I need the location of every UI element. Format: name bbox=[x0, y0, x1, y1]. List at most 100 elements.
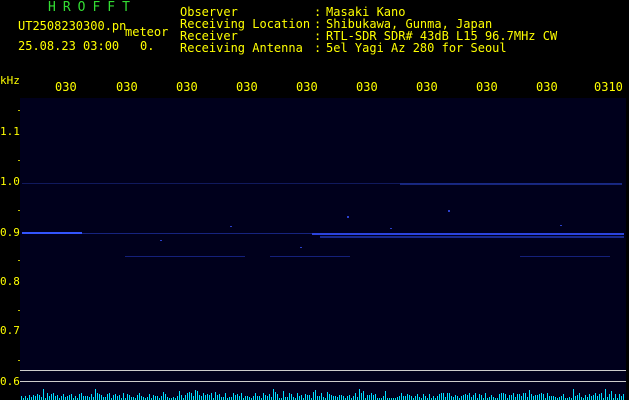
spectrum-bar bbox=[551, 396, 552, 400]
spectrum-bar bbox=[437, 396, 438, 400]
spectrum-bar bbox=[373, 395, 374, 400]
spectrum-bar bbox=[541, 393, 542, 400]
spectrum-bar bbox=[409, 395, 410, 400]
spectrum-bar bbox=[177, 396, 178, 400]
spectrum-bar bbox=[55, 396, 56, 400]
spectrum-bar bbox=[179, 391, 180, 400]
spectrum-bar bbox=[475, 393, 476, 400]
spectrum-bar bbox=[193, 396, 194, 400]
spectrum-bar bbox=[83, 396, 84, 400]
spectrum-bar bbox=[191, 393, 192, 400]
spectrum-bar bbox=[405, 396, 406, 400]
spectrum-bar bbox=[429, 394, 430, 400]
spectrum-bar bbox=[549, 396, 550, 400]
spectrum-bar bbox=[451, 396, 452, 400]
spectrum-bar bbox=[157, 396, 158, 400]
spectrum-bar bbox=[53, 393, 54, 400]
spectrum-bar bbox=[215, 392, 216, 400]
spectrum-bar bbox=[333, 396, 334, 400]
spectrum-bar bbox=[579, 393, 580, 400]
spectrum-bar bbox=[411, 396, 412, 400]
spectrum-bar bbox=[247, 396, 248, 400]
spectrum-bar bbox=[533, 396, 534, 400]
spectrum-bar bbox=[367, 395, 368, 400]
spectrum-bar bbox=[283, 391, 284, 400]
spectrum-bar bbox=[127, 394, 128, 400]
spectrum-bar bbox=[321, 393, 322, 400]
spectrum-bar bbox=[253, 396, 254, 400]
spectrum-bar bbox=[299, 396, 300, 400]
spectrum-bar bbox=[511, 395, 512, 400]
spectrum-bar bbox=[119, 395, 120, 400]
spectrum-bar bbox=[485, 393, 486, 400]
spectrum-bar bbox=[591, 396, 592, 400]
spectrum-bar bbox=[307, 395, 308, 400]
spectrum-bar bbox=[517, 394, 518, 400]
spectrum-bar bbox=[197, 391, 198, 400]
spectrum-bar bbox=[523, 393, 524, 400]
spectrum-bar bbox=[101, 395, 102, 400]
spectrum-bar bbox=[43, 389, 44, 400]
spectrum-bar bbox=[491, 395, 492, 400]
spectrum-bar bbox=[547, 393, 548, 400]
spectrum-bar bbox=[79, 394, 80, 400]
y-axis-minor-ticks bbox=[18, 110, 20, 361]
spectrum-bar bbox=[141, 396, 142, 400]
spectrum-bar bbox=[623, 394, 624, 400]
spectrum-bar bbox=[433, 396, 434, 400]
spectrum-bar bbox=[415, 396, 416, 400]
spectrum-bar bbox=[33, 395, 34, 400]
spectrum-bar bbox=[239, 396, 240, 400]
spectrum-bar bbox=[87, 396, 88, 400]
spectrum-bar bbox=[423, 394, 424, 400]
spectrum-bar bbox=[561, 396, 562, 400]
spectrum-bar bbox=[129, 395, 130, 400]
spectrum-bar bbox=[267, 396, 268, 400]
spectrum-bar bbox=[563, 394, 564, 400]
spectrum-bar bbox=[51, 394, 52, 400]
spectrum-bar bbox=[233, 393, 234, 400]
spectrum-bar bbox=[353, 396, 354, 400]
spectrum-bar bbox=[289, 393, 290, 400]
spectrum-bar bbox=[363, 391, 364, 400]
spectrum-bar bbox=[97, 393, 98, 400]
spectrum-bar bbox=[75, 396, 76, 400]
spectrum-bar bbox=[401, 393, 402, 400]
spectrum-bar bbox=[195, 390, 196, 400]
spectrum-bar bbox=[245, 396, 246, 400]
spectrum-bar bbox=[601, 393, 602, 400]
spectrum-bar bbox=[443, 393, 444, 400]
spectrum-bar bbox=[347, 396, 348, 400]
spectrum-bar bbox=[37, 394, 38, 400]
spectrum-bar bbox=[503, 393, 504, 400]
spectrum-bar bbox=[319, 396, 320, 400]
spectrum-bar bbox=[589, 394, 590, 400]
spectrum-bar bbox=[553, 396, 554, 400]
spectrum-bar bbox=[113, 395, 114, 400]
spectrum-bar bbox=[301, 395, 302, 400]
spectrum-bar bbox=[599, 394, 600, 400]
spectrum-bar bbox=[339, 395, 340, 400]
spectrum-bar bbox=[235, 395, 236, 400]
spectrum-bar bbox=[455, 395, 456, 400]
spectrum-bar bbox=[403, 396, 404, 400]
spectrum-bar bbox=[449, 393, 450, 400]
spectrum-bar bbox=[155, 396, 156, 400]
spectrum-bar bbox=[375, 394, 376, 400]
spectrum-bar bbox=[341, 395, 342, 400]
spectrum-bar bbox=[187, 393, 188, 400]
spectrum-bar bbox=[407, 394, 408, 400]
spectrum-bar bbox=[237, 394, 238, 400]
spectrum-bar bbox=[61, 396, 62, 400]
reference-line bbox=[20, 370, 626, 371]
spectrum-bar bbox=[21, 396, 22, 400]
spectrum-bar bbox=[597, 396, 598, 400]
spectrum-bar bbox=[305, 394, 306, 400]
spectrum-bar bbox=[539, 394, 540, 400]
spectrum-bar bbox=[291, 394, 292, 400]
spectrum-bar bbox=[117, 396, 118, 400]
spectrum-bar bbox=[139, 393, 140, 400]
spectrum-bar bbox=[63, 394, 64, 400]
spectrum-bar bbox=[47, 393, 48, 400]
spectrum-bar bbox=[201, 396, 202, 400]
